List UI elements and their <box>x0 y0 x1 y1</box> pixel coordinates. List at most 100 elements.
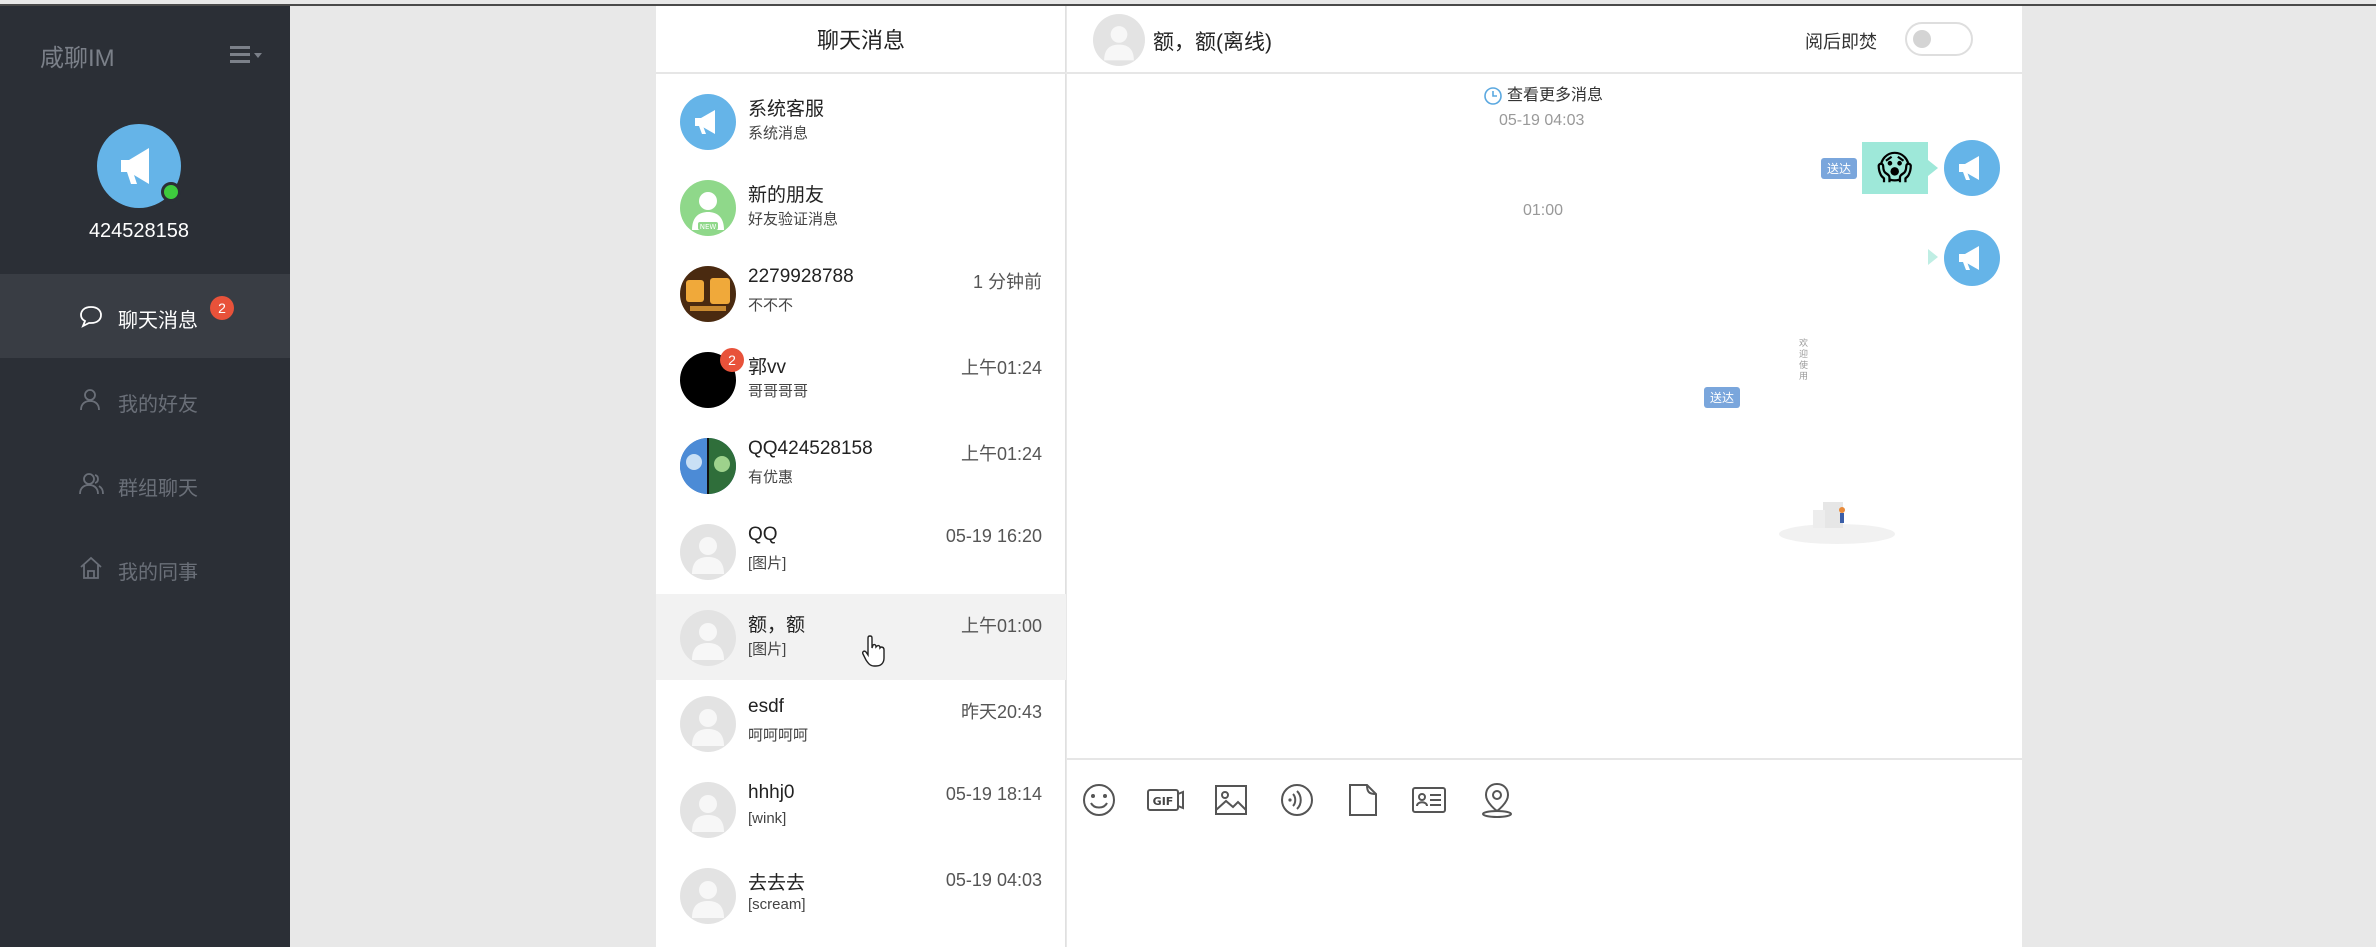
conversation-item[interactable]: hhhj0 [wink] 05-19 18:14 <box>656 766 1066 852</box>
nav-item-colleagues[interactable]: 我的同事 <box>0 526 290 610</box>
bubble-tail <box>1928 160 1938 176</box>
person-icon: NEW <box>692 192 724 231</box>
person-icon <box>80 389 100 411</box>
home-icon <box>80 556 102 579</box>
conversation-preview: [图片] <box>748 641 787 658</box>
person-icon <box>692 537 724 574</box>
conversation-preview: 不不不 <box>748 297 794 314</box>
voice-icon[interactable] <box>1277 780 1317 820</box>
menu-icon[interactable] <box>228 44 262 68</box>
conversation-item[interactable]: QQ [图片] 05-19 16:20 <box>656 508 1066 594</box>
emoji-icon[interactable] <box>1079 780 1119 820</box>
conversation-preview: 哥哥哥哥 <box>748 383 809 400</box>
contact-card-icon[interactable] <box>1409 780 1449 820</box>
message-timestamp: 05-19 04:03 <box>1499 112 1585 129</box>
unread-badge: 2 <box>720 348 744 372</box>
nav-item-groups[interactable]: 群组聊天 <box>0 442 290 526</box>
delivered-status: 送达 <box>1704 387 1741 408</box>
image-caption: 欢迎使用 <box>1799 338 1809 381</box>
default-avatar <box>680 524 736 580</box>
delivered-status: 送达 <box>1821 158 1858 179</box>
online-status-dot <box>161 182 181 202</box>
conversation-preview: [图片] <box>748 555 787 572</box>
unread-badge: 2 <box>210 296 234 320</box>
sender-avatar[interactable] <box>1944 230 2000 286</box>
conversation-preview: 呵呵呵呵 <box>748 727 809 744</box>
image-icon[interactable] <box>1211 780 1251 820</box>
person-icon <box>692 709 724 746</box>
conversation-time: 上午01:24 <box>960 444 1042 464</box>
conversation-preview: 系统消息 <box>748 125 809 142</box>
conversation-time: 上午01:24 <box>960 358 1042 378</box>
svg-text:NEW: NEW <box>700 223 717 231</box>
megaphone-avatar <box>680 94 736 150</box>
conversation-time: 1 分钟前 <box>972 272 1042 292</box>
conversation-item[interactable]: 系统客服 系统消息 <box>656 78 1066 164</box>
conversation-item[interactable]: 2 郭vv 哥哥哥哥 上午01:24 <box>656 336 1066 422</box>
conversation-name: 2279928788 <box>748 266 854 287</box>
burn-after-read-toggle[interactable] <box>1905 22 1973 56</box>
megaphone-icon <box>1959 246 1979 270</box>
hand-cursor-icon <box>862 635 885 667</box>
conversation-item[interactable]: NEW 新的朋友 好友验证消息 <box>656 164 1066 250</box>
conversation-name: 新的朋友 <box>748 185 825 206</box>
conversation-item[interactable]: 去去去 [scream] 05-19 04:03 <box>656 852 1066 938</box>
photo-avatar <box>680 438 736 494</box>
gif-icon[interactable]: GIF <box>1145 780 1185 820</box>
message-bubble[interactable]: 😱 <box>1862 142 1928 194</box>
file-icon[interactable] <box>1343 780 1383 820</box>
conversation-time: 上午01:00 <box>960 616 1042 636</box>
my-user-id: 424528158 <box>88 220 190 242</box>
conversation-name: esdf <box>748 696 784 717</box>
conversation-item[interactable]: 2279928788 不不不 1 分钟前 <box>656 250 1066 336</box>
sender-avatar[interactable] <box>1944 140 2000 196</box>
chat-panel: 额，额(离线) 阅后即焚 查看更多消息 05-19 04:03 送达 😱 01:… <box>1067 6 2022 947</box>
nav-item-chat[interactable]: 聊天消息 2 <box>0 274 290 358</box>
conversation-name: 系统客服 <box>748 99 825 120</box>
person-icon <box>692 881 724 918</box>
sidebar: 咸聊IM 424528158 聊天消息 2 我的好友 群组聊天 我的同事 <box>0 6 290 947</box>
nav-item-label: 聊天消息 <box>118 310 198 332</box>
new-friend-avatar: NEW <box>680 180 736 236</box>
megaphone-icon <box>1959 156 1979 180</box>
chat-header: 额，额(离线) 阅后即焚 <box>1067 6 2022 74</box>
person-icon <box>692 795 724 832</box>
clock-icon <box>1484 86 1502 105</box>
default-avatar <box>680 782 736 838</box>
scream-emoji: 😱 <box>1877 149 1913 187</box>
location-icon[interactable] <box>1477 780 1517 820</box>
conversation-preview: [scream] <box>748 896 806 913</box>
conversation-preview: 好友验证消息 <box>748 211 839 228</box>
conversation-item[interactable]: QQ424528158 有优惠 上午01:24 <box>656 422 1066 508</box>
chat-title: 额，额(离线) <box>1153 31 1272 54</box>
conversation-name: QQ424528158 <box>748 438 873 459</box>
default-avatar <box>680 868 736 924</box>
conversation-preview: [wink] <box>748 810 787 827</box>
message-composer[interactable]: GIF <box>1067 758 2022 947</box>
load-more-messages[interactable]: 查看更多消息 <box>1483 81 1603 106</box>
conversation-item[interactable]: esdf 呵呵呵呵 昨天20:43 <box>656 680 1066 766</box>
app-brand: 咸聊IM <box>40 45 115 72</box>
group-icon <box>79 473 104 495</box>
list-title: 聊天消息 <box>656 6 1066 74</box>
conversation-time: 昨天20:43 <box>960 702 1042 722</box>
person-icon <box>1104 26 1134 61</box>
conversation-name: 额，额 <box>748 615 806 636</box>
gif-label: GIF <box>1153 795 1174 808</box>
photo-icon <box>680 438 736 494</box>
megaphone-icon <box>695 110 715 134</box>
default-avatar <box>680 610 736 666</box>
nav-item-label: 我的同事 <box>118 562 198 584</box>
image-message[interactable]: 欢迎使用 <box>1747 234 1929 564</box>
conversation-name: 去去去 <box>748 873 806 894</box>
person-icon <box>692 623 724 660</box>
conversation-time: 05-19 16:20 <box>945 526 1042 546</box>
chat-bubble-icon <box>80 306 102 328</box>
contact-avatar[interactable] <box>1093 14 1145 66</box>
logo-icon <box>686 278 730 311</box>
nav-item-label: 我的好友 <box>118 394 198 416</box>
conversation-item-selected[interactable]: 额，额 [图片] 上午01:00 <box>656 594 1066 680</box>
bubble-tail <box>1928 249 1938 265</box>
nav-item-friends[interactable]: 我的好友 <box>0 358 290 442</box>
load-more-label: 查看更多消息 <box>1507 87 1604 104</box>
